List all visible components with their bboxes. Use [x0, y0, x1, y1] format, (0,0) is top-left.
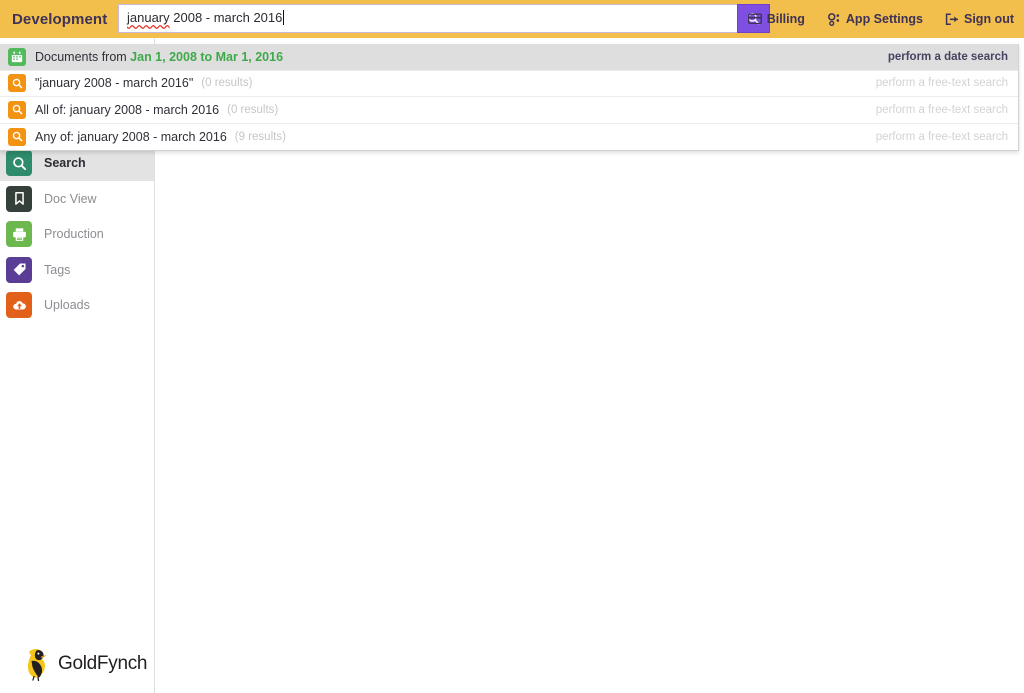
search-icon [8, 128, 26, 146]
tag-icon [6, 257, 32, 283]
search-suggestions-dropdown: Documents from Jan 1, 2008 to Mar 1, 201… [0, 44, 1019, 151]
suggestion-label: Any of: january 2008 - march 2016 [35, 130, 227, 144]
nav-link-sign-out-label: Sign out [964, 12, 1014, 26]
suggestion-exact-phrase[interactable]: "january 2008 - march 2016" (0 results) … [0, 71, 1018, 98]
suggestion-hint: perform a free-text search [876, 77, 1008, 89]
suggestion-hint: perform a free-text search [876, 104, 1008, 116]
goldfynch-logo[interactable]: GoldFynch [22, 647, 147, 681]
suggestion-date-search[interactable]: Documents from Jan 1, 2008 to Mar 1, 201… [0, 44, 1018, 71]
sign-out-icon [945, 13, 959, 26]
nav-link-app-settings-label: App Settings [846, 12, 923, 26]
sidebar-item-production-label: Production [44, 227, 104, 241]
sidebar-item-doc-view-label: Doc View [44, 192, 97, 206]
gear-icon [827, 13, 841, 26]
goldfynch-bird-logo [22, 647, 52, 681]
nav-link-app-settings[interactable]: App Settings [827, 12, 923, 26]
app-root: Development january 2008 - march 2016 [0, 0, 1024, 693]
suggestion-label: "january 2008 - march 2016" [35, 76, 193, 90]
goldfynch-logo-text: GoldFynch [58, 653, 147, 675]
sidebar-item-tags[interactable]: Tags [0, 252, 154, 288]
suggestion-any-of[interactable]: Any of: january 2008 - march 2016 (9 res… [0, 124, 1018, 151]
suggestion-hint: perform a date search [888, 51, 1008, 63]
sidebar-item-doc-view[interactable]: Doc View [0, 181, 154, 217]
credit-card-icon [748, 13, 762, 25]
suggestion-label: Documents from Jan 1, 2008 to Mar 1, 201… [35, 50, 283, 64]
sidebar-item-search-label: Search [44, 156, 86, 170]
suggestion-label: All of: january 2008 - march 2016 [35, 103, 219, 117]
sidebar-item-uploads-label: Uploads [44, 298, 90, 312]
nav-link-billing[interactable]: Billing [748, 12, 805, 26]
page-title: Development [12, 11, 107, 28]
calendar-icon [8, 48, 26, 66]
search-icon [8, 74, 26, 92]
nav-link-sign-out[interactable]: Sign out [945, 12, 1014, 26]
header-nav-links: Billing App Settings Sign out [748, 0, 1014, 38]
sidebar-item-tags-label: Tags [44, 263, 70, 277]
search-icon [6, 150, 32, 176]
cloud-upload-icon [6, 292, 32, 318]
printer-icon [6, 221, 32, 247]
nav-link-billing-label: Billing [767, 12, 805, 26]
suggestion-label-prefix: Documents from [35, 50, 130, 64]
suggestion-result-count: (9 results) [235, 131, 286, 143]
suggestion-hint: perform a free-text search [876, 131, 1008, 143]
search-input[interactable] [118, 4, 737, 33]
search-icon [8, 101, 26, 119]
suggestion-result-count: (0 results) [227, 104, 278, 116]
sidebar-item-uploads[interactable]: Uploads [0, 288, 154, 324]
bookmark-icon [6, 186, 32, 212]
sidebar-item-production[interactable]: Production [0, 217, 154, 253]
suggestion-all-of[interactable]: All of: january 2008 - march 2016 (0 res… [0, 97, 1018, 124]
suggestion-result-count: (0 results) [201, 77, 252, 89]
top-header-bar: Development january 2008 - march 2016 [0, 0, 1024, 38]
search-bar: january 2008 - march 2016 [118, 4, 770, 33]
suggestion-date-range: Jan 1, 2008 to Mar 1, 2016 [130, 50, 283, 64]
